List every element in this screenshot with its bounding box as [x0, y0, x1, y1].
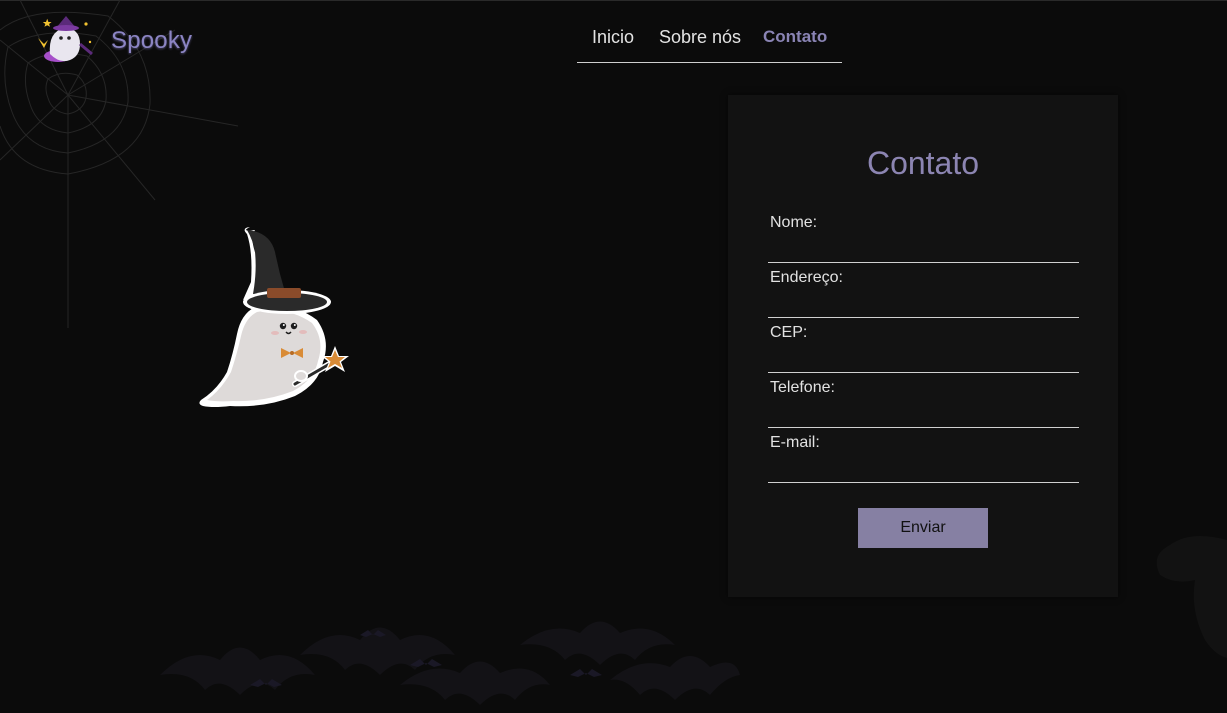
address-label: Endereço: [770, 269, 843, 286]
phone-input[interactable] [768, 403, 1079, 428]
address-input[interactable] [768, 293, 1079, 318]
contact-title: Contato [866, 145, 980, 181]
pumpkin-silhouette-icon [1156, 536, 1227, 658]
witch-ghost-icon [199, 227, 349, 407]
email-input[interactable] [768, 458, 1079, 483]
witch-ghost-logo-icon [38, 16, 93, 62]
brand-name[interactable]: Spooky [111, 27, 192, 55]
main-nav: Inicio Sobre nós Contato [577, 27, 842, 63]
phone-label: Telefone: [770, 379, 835, 396]
email-label: E-mail: [770, 434, 820, 451]
cep-input[interactable] [768, 348, 1079, 373]
submit-button[interactable]: Enviar [858, 508, 988, 548]
name-input[interactable] [768, 238, 1079, 263]
name-label: Nome: [770, 214, 818, 231]
nav-link-inicio[interactable]: Inicio [592, 27, 634, 48]
nav-link-sobre-nos[interactable]: Sobre nós [659, 27, 741, 48]
bats-decoration-icon [160, 621, 740, 705]
cep-label: CEP: [770, 324, 808, 341]
nav-link-contato[interactable]: Contato [763, 27, 827, 47]
contact-card: Contato Nome: Endereço: CEP: Telefone: E… [728, 95, 1118, 597]
